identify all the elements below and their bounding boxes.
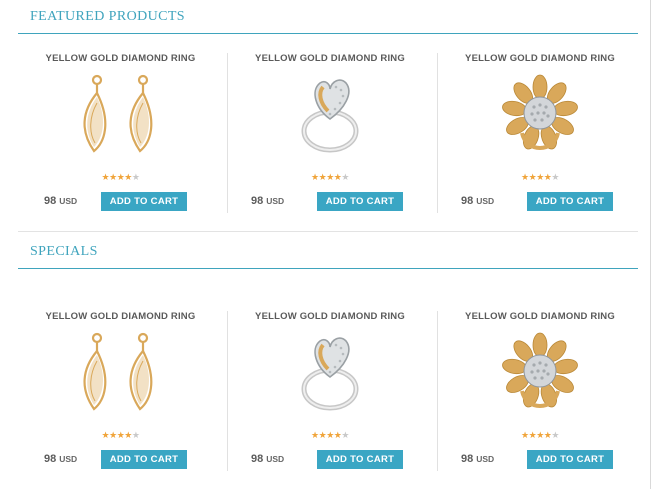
earrings-icon[interactable] [70, 73, 170, 157]
star-icon: ★ [101, 172, 110, 182]
price-value: 98 [251, 453, 264, 465]
section-underline [18, 33, 638, 34]
product-name[interactable]: YELLOW GOLD DIAMOND RING [438, 311, 642, 322]
product-price: 98 USD [44, 195, 77, 207]
product-card: YELLOW GOLD DIAMOND RING ★★★★★ 98 USD ADD… [18, 53, 223, 213]
star-icon: ★ [536, 172, 544, 182]
star-icon: ★ [131, 430, 140, 440]
star-icon: ★ [124, 430, 132, 440]
price-value: 98 [461, 195, 474, 207]
star-icon: ★ [521, 172, 529, 182]
star-icon: ★ [326, 430, 334, 440]
product-price: 98 USD [251, 195, 284, 207]
star-icon: ★ [124, 172, 132, 182]
product-grid-featured: YELLOW GOLD DIAMOND RING ★★★★★ 98 USD ADD… [18, 53, 638, 213]
price-value: 98 [251, 195, 264, 207]
price-value: 98 [44, 195, 57, 207]
star-icon: ★ [109, 172, 117, 182]
star-icon: ★ [521, 430, 529, 440]
price-value: 98 [44, 453, 57, 465]
product-card: YELLOW GOLD DIAMOND RING ★★★★★ 98 USD ADD… [437, 53, 642, 213]
rating-stars: ★★★★★ [228, 430, 432, 440]
rating-stars: ★★★★★ [18, 172, 223, 182]
star-icon: ★ [341, 430, 349, 440]
star-icon: ★ [109, 430, 117, 440]
product-price: 98 USD [251, 453, 284, 465]
price-currency: USD [476, 196, 495, 206]
price-currency: USD [476, 454, 495, 464]
product-name[interactable]: YELLOW GOLD DIAMOND RING [18, 53, 223, 64]
rating-stars: ★★★★★ [228, 172, 432, 182]
section-title-featured: FEATURED PRODUCTS [30, 9, 185, 24]
star-icon: ★ [551, 172, 559, 182]
product-name[interactable]: YELLOW GOLD DIAMOND RING [228, 311, 432, 322]
heart-ring-icon[interactable] [280, 73, 380, 157]
star-icon: ★ [536, 430, 544, 440]
section-divider [18, 231, 638, 232]
product-name[interactable]: YELLOW GOLD DIAMOND RING [438, 53, 642, 64]
add-to-cart-button[interactable]: ADD TO CART [101, 192, 187, 211]
star-icon: ★ [551, 430, 559, 440]
rating-stars: ★★★★★ [438, 172, 642, 182]
star-icon: ★ [101, 430, 110, 440]
price-currency: USD [59, 196, 78, 206]
product-price: 98 USD [461, 453, 494, 465]
flower-ring-icon[interactable] [490, 331, 590, 415]
page-right-border [650, 0, 651, 489]
product-price: 98 USD [461, 195, 494, 207]
price-currency: USD [266, 454, 285, 464]
earrings-icon[interactable] [70, 331, 170, 415]
product-price: 98 USD [44, 453, 77, 465]
product-card: YELLOW GOLD DIAMOND RING ★★★★★ 98 USD ADD… [18, 311, 223, 471]
rating-stars: ★★★★★ [438, 430, 642, 440]
product-page: FEATURED PRODUCTS YELLOW GOLD DIAMOND RI… [0, 0, 655, 489]
section-underline [18, 268, 638, 269]
add-to-cart-button[interactable]: ADD TO CART [317, 450, 403, 469]
product-card: YELLOW GOLD DIAMOND RING ★★★★★ 98 USD ADD… [227, 311, 432, 471]
product-card: YELLOW GOLD DIAMOND RING ★★★★★ 98 USD ADD… [437, 311, 642, 471]
price-currency: USD [266, 196, 285, 206]
star-icon: ★ [311, 430, 319, 440]
rating-stars: ★★★★★ [18, 430, 223, 440]
flower-ring-icon[interactable] [490, 73, 590, 157]
heart-ring-icon[interactable] [280, 331, 380, 415]
price-value: 98 [461, 453, 474, 465]
add-to-cart-button[interactable]: ADD TO CART [527, 450, 613, 469]
add-to-cart-button[interactable]: ADD TO CART [527, 192, 613, 211]
add-to-cart-button[interactable]: ADD TO CART [101, 450, 187, 469]
product-grid-specials: YELLOW GOLD DIAMOND RING ★★★★★ 98 USD ADD… [18, 311, 638, 471]
product-name[interactable]: YELLOW GOLD DIAMOND RING [228, 53, 432, 64]
star-icon: ★ [341, 172, 349, 182]
price-currency: USD [59, 454, 78, 464]
product-card: YELLOW GOLD DIAMOND RING ★★★★★ 98 USD ADD… [227, 53, 432, 213]
star-icon: ★ [311, 172, 319, 182]
star-icon: ★ [131, 172, 140, 182]
add-to-cart-button[interactable]: ADD TO CART [317, 192, 403, 211]
product-name[interactable]: YELLOW GOLD DIAMOND RING [18, 311, 223, 322]
star-icon: ★ [326, 172, 334, 182]
section-title-specials: SPECIALS [30, 244, 98, 259]
